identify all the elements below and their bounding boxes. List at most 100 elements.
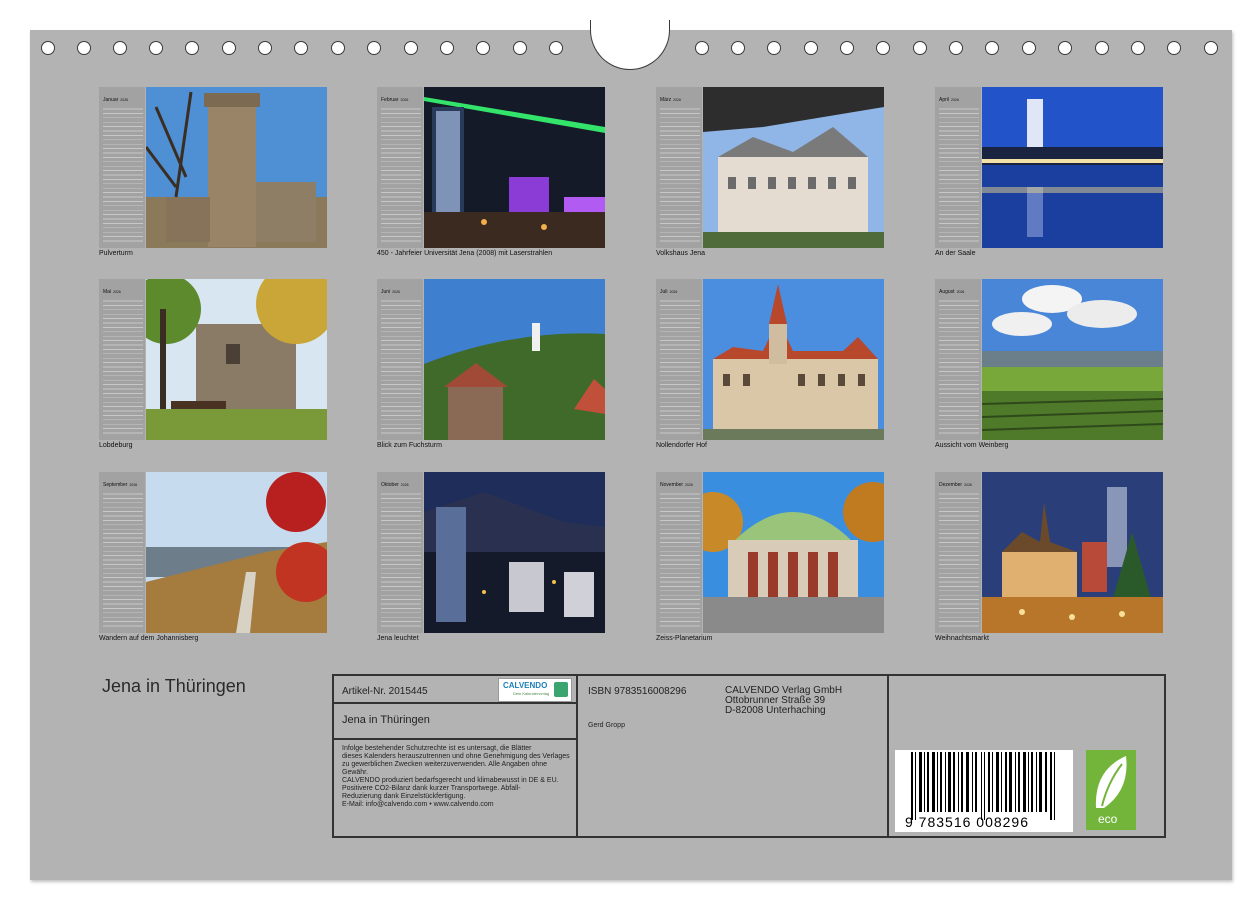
month-thumbnail-april: April 2026 An der Saale (935, 87, 1163, 257)
photo-caption: Jena leuchtet (377, 635, 419, 642)
binding-hole (1204, 41, 1218, 55)
binding-hole (1167, 41, 1181, 55)
binding-hole (149, 41, 163, 55)
month-title: Juni 2026 (381, 289, 400, 295)
month-thumbnail-juni: Juni 2026 Blick zum Fuchsturm (377, 279, 605, 449)
binding-hole (367, 41, 381, 55)
binding-hole (840, 41, 854, 55)
photo-fuchsturm (424, 279, 605, 440)
photo-caption: 450 - Jahrfeier Universität Jena (2008) … (377, 250, 553, 257)
month-thumbnail-november: November 2026 Zeiss-Planetarium (656, 472, 884, 642)
calendar-grid: Mai 2026 (99, 279, 145, 440)
photo-caption: Wandern auf dem Johannisberg (99, 635, 199, 642)
calendar-grid: Februar 2026 (377, 87, 423, 248)
photo-caption: Pulverturm (99, 250, 133, 257)
photo-caption: An der Saale (935, 250, 976, 257)
binding-hole (513, 41, 527, 55)
photo-caption: Blick zum Fuchsturm (377, 442, 442, 449)
month-thumbnail-maerz: März 2026 Volkshaus Jena (656, 87, 884, 257)
month-thumbnail-januar: Januar 2026 Pulverturm (99, 87, 327, 257)
binding-hole (767, 41, 781, 55)
binding-hole (440, 41, 454, 55)
calendar-grid: September 2026 (99, 472, 145, 633)
month-title: September 2026 (103, 482, 138, 488)
eco-logo: eco (1086, 750, 1136, 830)
barcode: 9 783516 008296 (895, 750, 1073, 832)
binding-hole (913, 41, 927, 55)
photo-caption: Nollendorfer Hof (656, 442, 707, 449)
calvendo-logo: CALVENDO Dein Kalenderverlag (498, 678, 572, 702)
photo-caption: Lobdeburg (99, 442, 133, 449)
binding-hole (113, 41, 127, 55)
binding-hole (1131, 41, 1145, 55)
month-thumbnail-august: August 2026 Aussicht vom Weinberg (935, 279, 1163, 449)
photo-weihnachtsmarkt (982, 472, 1163, 633)
calendar-grid: Dezember 2026 (935, 472, 981, 633)
month-title: Mai 2026 (103, 289, 121, 295)
photo-nollendorfer-hof (703, 279, 884, 440)
photo-jena-leuchtet (424, 472, 605, 633)
photo-weinberg (982, 279, 1163, 440)
binding-hole (294, 41, 308, 55)
binding-hole (258, 41, 272, 55)
binding-hole (41, 41, 55, 55)
photo-caption: Volkshaus Jena (656, 250, 706, 257)
binding-hole (1058, 41, 1072, 55)
photo-saale (982, 87, 1163, 248)
month-title: Februar 2026 (381, 97, 409, 103)
photo-johannisberg (146, 472, 327, 633)
month-title: April 2026 (939, 97, 959, 103)
month-title: Juli 2026 (660, 289, 678, 295)
binding-hole (985, 41, 999, 55)
month-thumbnail-september: September 2026 Wandern auf dem Johannisbe… (99, 472, 327, 642)
binding-hole (731, 41, 745, 55)
month-title: März 2026 (660, 97, 681, 103)
calendar-grid: April 2026 (935, 87, 981, 248)
month-title: Dezember 2026 (939, 482, 972, 488)
month-thumbnail-februar: Februar 2026 450 - Jahrfeier Universität … (377, 87, 605, 257)
binding-hole (549, 41, 563, 55)
calendar-grid: Juni 2026 (377, 279, 423, 440)
binding-hole (1095, 41, 1109, 55)
eco-label: eco (1098, 812, 1118, 826)
calendar-title: Jena in Thüringen (102, 676, 246, 696)
binding-hole (331, 41, 345, 55)
photo-volkshaus (703, 87, 884, 248)
binding-hole (185, 41, 199, 55)
binding-hole (222, 41, 236, 55)
barcode-number: 9 783516 008296 (905, 814, 1029, 830)
month-thumbnail-mai: Mai 2026 Lobdeburg (99, 279, 327, 449)
binding-hole (1022, 41, 1036, 55)
month-thumbnail-juli: Juli 2026 Nollendorfer Hof (656, 279, 884, 449)
month-title: August 2026 (939, 289, 965, 295)
calendar-grid: Oktober 2026 (377, 472, 423, 633)
month-title: November 2026 (660, 482, 693, 488)
binding-hole (404, 41, 418, 55)
binding-hole (804, 41, 818, 55)
month-thumbnail-oktober: Oktober 2026 Jena leuchtet (377, 472, 605, 642)
binding-hole (695, 41, 709, 55)
article-number: Artikel-Nr. 2015445 (342, 686, 428, 697)
calendar-grid: November 2026 (656, 472, 702, 633)
month-title: Januar 2026 (103, 97, 129, 103)
author-name: Gerd Gropp (588, 722, 625, 729)
binding-hole (476, 41, 490, 55)
calendar-subtitle: Jena in Thüringen (342, 714, 430, 726)
binding-hole (876, 41, 890, 55)
photo-caption: Aussicht vom Weinberg (935, 442, 1009, 449)
month-thumbnail-dezember: Dezember 2026 Weihnachtsmarkt (935, 472, 1163, 642)
photo-caption: Weihnachtsmarkt (935, 635, 989, 642)
month-title: Oktober 2026 (381, 482, 409, 488)
isbn: ISBN 9783516008296 (588, 686, 687, 697)
photo-zeiss-planetarium (703, 472, 884, 633)
photo-caption: Zeiss-Planetarium (656, 635, 713, 642)
calendar-grid: August 2026 (935, 279, 981, 440)
calendar-grid: März 2026 (656, 87, 702, 248)
calendar-grid: Januar 2026 (99, 87, 145, 248)
photo-laser-tower (424, 87, 605, 248)
binding-hole (949, 41, 963, 55)
calendar-grid: Juli 2026 (656, 279, 702, 440)
photo-pulverturm (146, 87, 327, 248)
photo-lobdeburg (146, 279, 327, 440)
binding-holes (0, 0, 1260, 70)
